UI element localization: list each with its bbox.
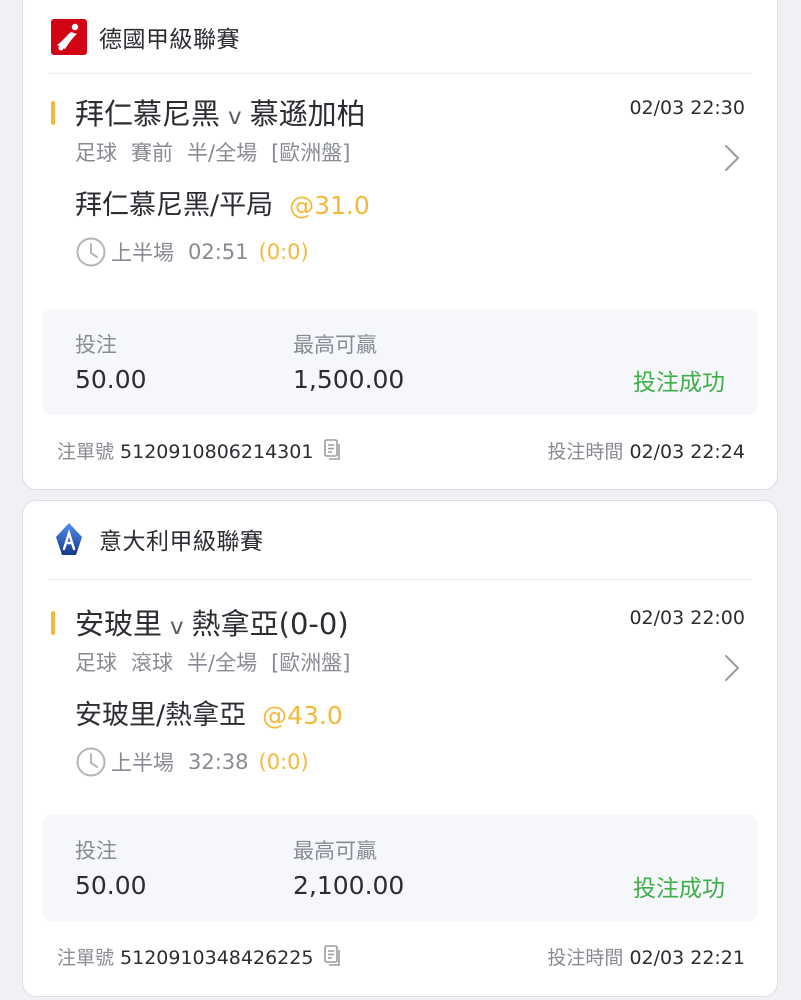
match-period: 上半場 32:38 (0:0) [75,745,309,779]
period-half: 上半場 [111,751,174,775]
sport-label: 足球 [75,141,117,165]
selection-odds: @31.0 [289,191,370,220]
stage-label: 滾球 [131,651,173,675]
bet-time-label: 投注時間 [547,947,624,969]
home-team: 安玻里 [75,607,163,641]
sport-label: 足球 [75,651,117,675]
stake-box: 投注 50.00 最高可贏 1,500.00 投注成功 [43,309,757,415]
bet-footer: 注單號 5120910348426225 投注時間 02/03 22:21 [57,943,745,973]
match-title: 安玻里 v 熱拿亞(0-0) [75,601,349,643]
period-half: 上半場 [111,241,174,265]
match-time: 02/03 22:30 [629,97,745,119]
stake-value: 50.00 [75,365,147,394]
market-label: 半/全場 [187,651,258,675]
match-period: 上半場 02:51 (0:0) [75,235,309,269]
clock-icon [76,747,106,777]
stake-label: 投注 [75,333,117,357]
divider [49,73,751,74]
max-win-value: 2,100.00 [293,871,405,900]
clock-icon [76,237,106,267]
bet-time: 投注時間 02/03 22:24 [547,437,745,464]
accent-bar [51,611,55,635]
divider [49,579,751,580]
bet-time: 投注時間 02/03 22:21 [547,943,745,970]
ticket-label: 注單號 [57,947,115,969]
period-score: (0:0) [258,750,309,774]
selection: 拜仁慕尼黑/平局 @31.0 [75,183,370,222]
bet-time-label: 投注時間 [547,441,624,463]
home-team: 拜仁慕尼黑 [75,97,221,131]
bet-card[interactable]: 德國甲級聯賽 拜仁慕尼黑 v 慕遜加柏 02/03 22:30 足球 賽前 半/全場 [歐… [22,0,778,490]
accent-bar [51,101,55,125]
away-team: 熱拿亞(0-0) [191,607,349,641]
odds-type-label: [歐洲盤] [271,141,351,165]
stake-label: 投注 [75,839,117,863]
stake-value: 50.00 [75,871,147,900]
bet-status: 投注成功 [633,876,725,902]
chevron-right-icon[interactable] [721,653,743,683]
bundesliga-logo-icon [51,19,87,55]
period-score: (0:0) [258,240,309,264]
vs-label: v [170,614,184,640]
serie-a-logo-icon [56,523,82,555]
bet-time-value: 02/03 22:21 [629,947,745,969]
market-label: 半/全場 [187,141,258,165]
selection-pick: 拜仁慕尼黑/平局 [75,190,274,221]
bet-meta: 足球 滾球 半/全場 [歐洲盤] [75,647,364,677]
ticket-label: 注單號 [57,441,115,463]
max-win-label: 最高可贏 [293,839,377,863]
stage-label: 賽前 [131,141,173,165]
odds-type-label: [歐洲盤] [271,651,351,675]
chevron-right-icon[interactable] [721,143,743,173]
stake-box: 投注 50.00 最高可贏 2,100.00 投注成功 [43,815,757,921]
copy-icon[interactable] [323,439,341,461]
copy-icon[interactable] [323,945,341,967]
selection-odds: @43.0 [262,701,343,730]
vs-label: v [228,104,242,130]
ticket-number: 5120910348426225 [120,947,314,969]
away-team: 慕遜加柏 [249,97,366,131]
max-win-label: 最高可贏 [293,333,377,357]
bet-time-value: 02/03 22:24 [629,441,745,463]
selection-pick: 安玻里/熱拿亞 [75,700,247,731]
max-win-value: 1,500.00 [293,365,405,394]
league-header: 意大利甲級聯賽 [51,521,264,557]
league-name: 意大利甲級聯賽 [99,529,264,555]
selection: 安玻里/熱拿亞 @43.0 [75,693,343,732]
period-clock: 32:38 [188,750,249,774]
ticket-number: 5120910806214301 [120,441,314,463]
bet-status: 投注成功 [633,370,725,396]
match-time: 02/03 22:00 [629,607,745,629]
period-clock: 02:51 [188,240,249,264]
league-name: 德國甲級聯賽 [99,27,240,53]
bet-meta: 足球 賽前 半/全場 [歐洲盤] [75,137,364,167]
bet-card[interactable]: 意大利甲級聯賽 安玻里 v 熱拿亞(0-0) 02/03 22:00 足球 滾球 半/全… [22,500,778,997]
league-header: 德國甲級聯賽 [51,19,240,55]
bet-footer: 注單號 5120910806214301 投注時間 02/03 22:24 [57,437,745,467]
match-title: 拜仁慕尼黑 v 慕遜加柏 [75,91,366,133]
